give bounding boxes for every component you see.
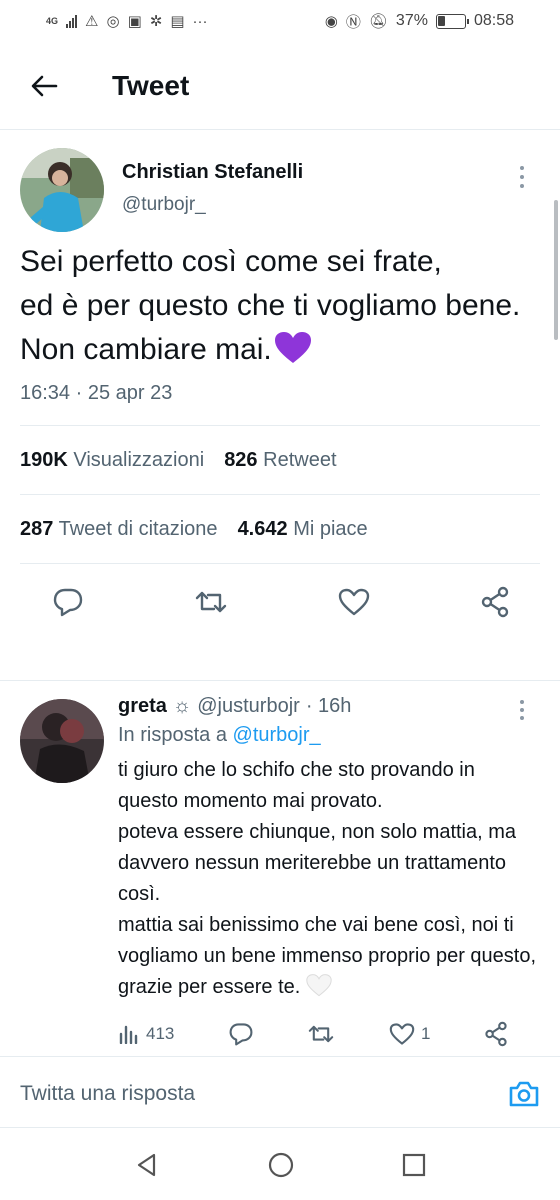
replying-to: In risposta a @turbojr_ [118,724,540,747]
stats-row-quotes-likes: 287 Tweet di citazione 4.642 Mi piace [20,495,540,563]
clock: 08:58 [473,12,514,29]
reply-share-button[interactable] [484,1021,508,1047]
reply-text: ti giuro che lo schifo che sto provando … [118,755,540,1003]
tweet-text: Sei perfetto così come sei frate, ed è p… [20,240,540,372]
reply-more-options-button[interactable] [510,697,534,723]
battery-fill [438,16,446,26]
views-count: 190K [20,448,68,471]
reply-author-name[interactable]: greta [118,695,167,718]
app-badge-icon: ▤ [170,13,185,30]
reply-tweet[interactable]: greta ☼ @justurbojr · 16h In risposta a … [0,680,560,1057]
likes-count: 4.642 [237,517,288,540]
heart-icon [389,1023,415,1045]
share-icon [481,586,509,618]
reply-like-button[interactable]: 1 [389,1022,430,1046]
status-bar: 4G ⚠ ◎ ▣ ✲ ▤ ··· ◉ Ⓝ 🔕︎ 37% 08:58 [0,0,560,42]
whatsapp-icon: ◎ [106,13,120,30]
quotes-count: 287 [20,517,54,540]
views-stat[interactable]: 190K Visualizzazioni [20,449,204,472]
author-name[interactable]: Christian Stefanelli [122,161,303,184]
reply-header: greta ☼ @justurbojr · 16h [118,695,540,718]
tweet-timestamp[interactable]: 16:34 · 25 apr 23 [20,382,540,405]
author-row: Christian Stefanelli @turbojr_ [20,148,540,232]
reply-views-button[interactable]: 413 [118,1024,174,1044]
reply-text-content: ti giuro che lo schifo che sto provando … [118,759,537,998]
eye-icon: ◉ [324,13,338,30]
network-type: 4G [46,15,59,26]
white-heart-icon [306,974,332,997]
reply-views-count: 413 [146,1024,175,1043]
comment-icon [53,588,83,617]
retweets-stat[interactable]: 826 Retweet [224,449,336,472]
reply-input[interactable] [20,1081,440,1106]
reply-actions: 413 1 [118,1021,508,1047]
more-options-button[interactable] [510,162,534,192]
battery-icon [435,13,469,29]
circle-home-icon [268,1152,294,1178]
flower-icon: ✲ [149,13,163,30]
signal-icon [66,14,78,28]
views-label: Visualizzazioni [73,448,205,471]
retweet-button[interactable] [194,587,228,617]
camera-button[interactable] [508,1080,540,1108]
status-bar-right: ◉ Ⓝ 🔕︎ 37% 08:58 [325,11,514,32]
reply-button[interactable] [52,587,84,617]
main-tweet: Christian Stefanelli @turbojr_ Sei perfe… [0,130,560,640]
comment-icon [229,1023,253,1046]
nav-back-button[interactable] [134,1152,160,1178]
sun-symbol: ☼ [172,695,192,717]
arrow-left-icon [31,75,58,96]
warning-icon: ⚠ [85,13,99,30]
nav-recents-button[interactable] [402,1153,426,1177]
reply-likes-count: 1 [420,1024,431,1043]
quotes-label: Tweet di citazione [58,517,218,540]
reply-composer [0,1060,560,1128]
tweet-actions [20,564,540,640]
share-button[interactable] [480,586,510,618]
stats-row-views-retweets: 190K Visualizzazioni 826 Retweet [20,426,540,494]
nfc-icon: Ⓝ [345,13,361,31]
triangle-back-icon [137,1153,156,1177]
retweets-label: Retweet [263,448,337,471]
network-indicator: 4G [46,15,59,26]
retweets-count: 826 [224,448,258,471]
reply-retweet-button[interactable] [307,1022,335,1046]
retweet-icon [309,1025,334,1043]
square-recents-icon [402,1153,426,1177]
top-app-bar: Tweet [0,42,560,130]
page-title: Tweet [112,69,190,101]
retweet-icon [195,591,227,613]
reply-body: greta ☼ @justurbojr · 16h In risposta a … [118,695,540,1003]
heart-icon [338,588,370,616]
analytics-icon [119,1025,138,1044]
reply-time: · 16h [305,695,352,717]
author-avatar[interactable] [20,148,104,232]
likes-stat[interactable]: 4.642 Mi piace [238,518,368,541]
reply-avatar[interactable] [20,699,104,783]
app-notification-icon: ▣ [127,13,142,30]
author-handle[interactable]: @turbojr_ [122,194,303,216]
like-button[interactable] [338,587,370,617]
battery-percent: 37% [395,12,428,29]
reply-author-handle[interactable]: @justurbojr [197,695,300,718]
status-bar-left: 4G ⚠ ◎ ▣ ✲ ▤ ··· [46,12,208,31]
purple-heart-icon [274,331,312,365]
system-navigation-bar [0,1130,560,1200]
scrollbar[interactable] [554,200,558,340]
reply-comment-button[interactable] [228,1022,254,1046]
more-notifications-icon: ··· [192,12,208,30]
camera-icon [509,1081,539,1106]
mute-icon: 🔕︎ [368,13,388,30]
likes-label: Mi piace [293,517,368,540]
replying-to-handle-link[interactable]: @turbojr_ [233,724,321,746]
share-icon [485,1021,507,1047]
nav-home-button[interactable] [268,1152,294,1178]
author-info: Christian Stefanelli @turbojr_ [122,161,303,216]
back-button[interactable] [0,42,88,130]
replying-to-label: In risposta a [118,724,227,746]
tweet-text-content: Sei perfetto così come sei frate, ed è p… [20,245,521,366]
quotes-stat[interactable]: 287 Tweet di citazione [20,518,218,541]
